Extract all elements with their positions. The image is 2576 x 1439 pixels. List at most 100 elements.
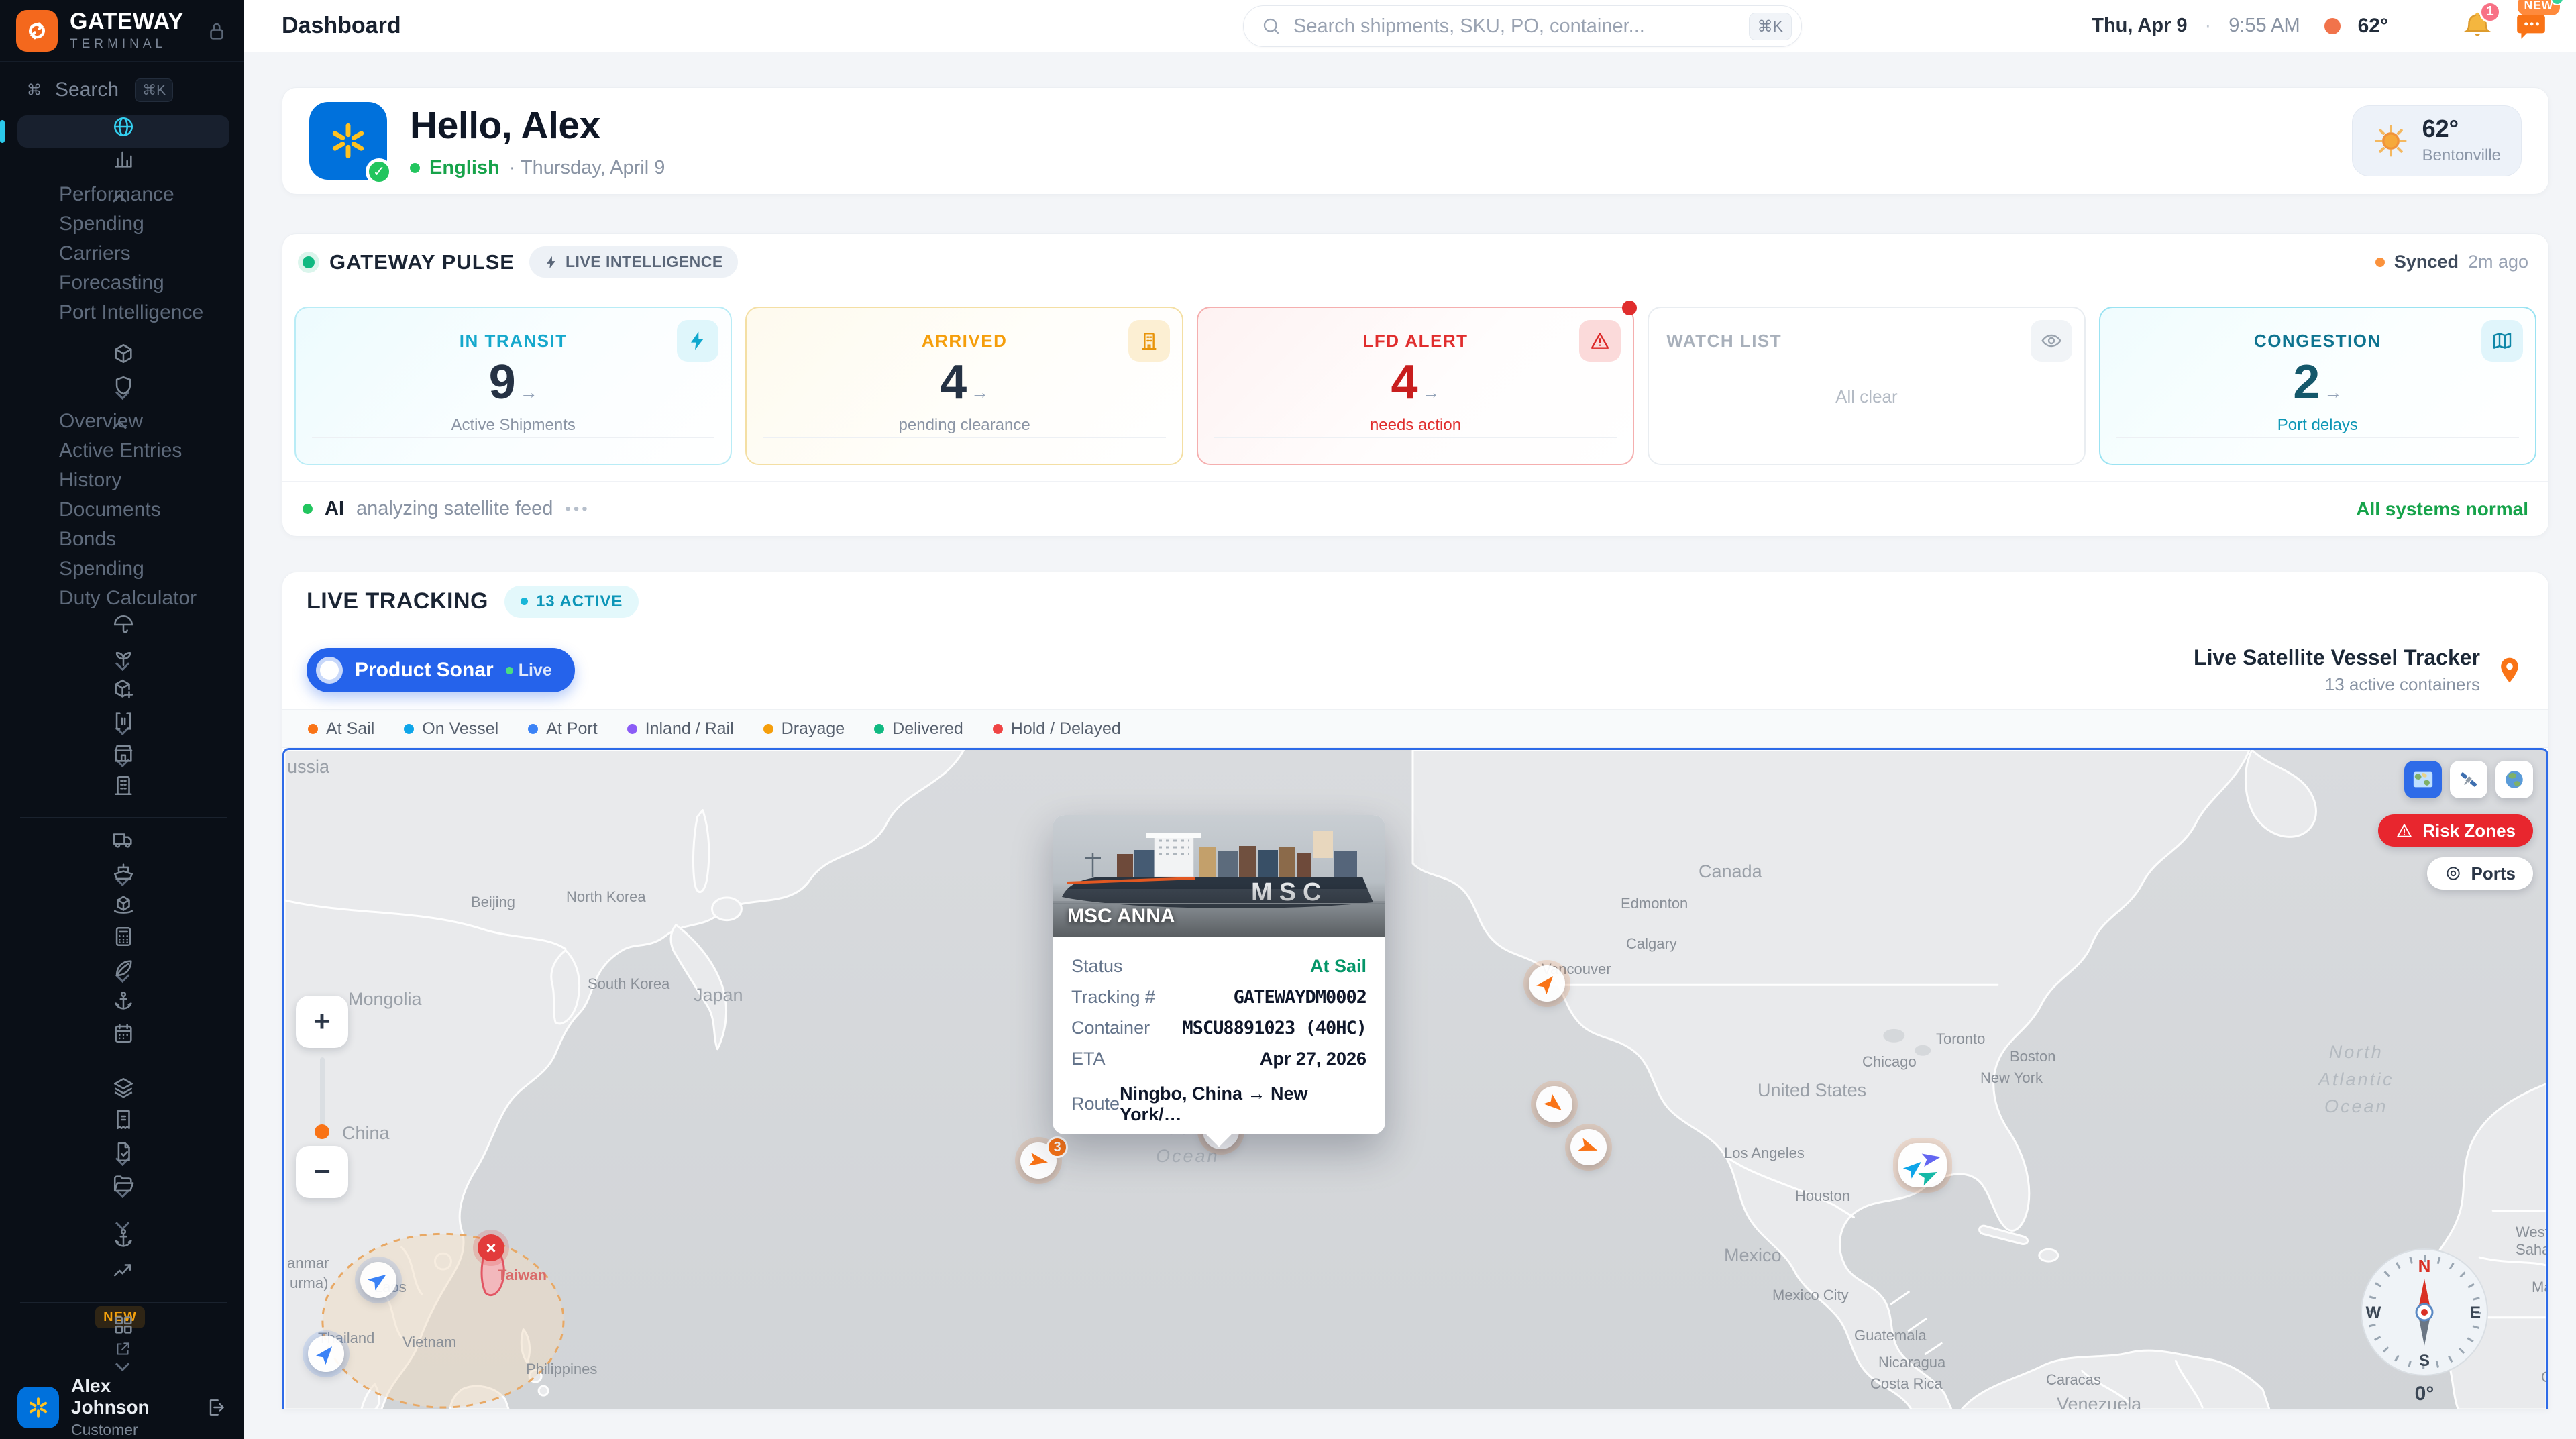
sidebar-item[interactable]: Forecasting — [17, 268, 229, 298]
sidebar-item[interactable]: Customs — [17, 374, 229, 407]
layer-satellite-button[interactable] — [2450, 761, 2487, 798]
product-sonar-toggle[interactable]: Product Sonar Live — [307, 648, 575, 692]
zoom-in-button[interactable]: + — [296, 996, 348, 1048]
vessel-map[interactable]: ussiaMongoliaChinaBeijingNorth KoreaSout… — [282, 748, 2548, 1409]
legend-dot-icon — [308, 724, 318, 734]
sidebar-item[interactable]: Overview — [17, 407, 229, 436]
sidebar-item[interactable]: Carriers — [17, 239, 229, 268]
sidebar-item[interactable]: App Marketplace — [17, 1314, 229, 1346]
sidebar-item[interactable]: Inbound Orders — [17, 678, 229, 710]
legend-label: At Port — [546, 719, 597, 739]
arrow-icon: → — [520, 382, 538, 403]
sidebar-item[interactable]: Tariff Simulator — [17, 925, 229, 957]
svg-text:S: S — [2419, 1352, 2430, 1370]
sidebar-item[interactable]: Spending — [17, 554, 229, 584]
sidebar-item[interactable]: Vessel Schedules — [17, 1022, 229, 1054]
ai-status-bar: AI analyzing satellite feed ••• All syst… — [282, 481, 2548, 536]
sidebar-item[interactable]: Track & Trace — [17, 861, 229, 893]
layer-world-map-button[interactable] — [2404, 761, 2442, 798]
kpi-watch-list[interactable]: WATCH LIST All clear — [1648, 307, 2085, 465]
sidebar-item-icon — [112, 990, 135, 1012]
avatar — [17, 1387, 59, 1428]
vessel-popup[interactable]: MSC MSC ANNA Status — [1053, 815, 1385, 1134]
sidebar-item[interactable]: Ports — [17, 990, 229, 1022]
search-input[interactable] — [1281, 15, 1749, 38]
sidebar-item[interactable]: Anchor Miles — [17, 1227, 229, 1259]
nav-section-tools: Standard Shipping Track & Trace 3D Load … — [17, 829, 229, 1054]
map-layer-switch — [2404, 761, 2533, 798]
sidebar-item[interactable]: Performance — [17, 180, 229, 209]
command-icon — [24, 80, 44, 100]
ports-button[interactable]: Ports — [2427, 857, 2533, 890]
eye-icon — [2031, 320, 2072, 362]
active-count-badge: 13 ACTIVE — [504, 586, 639, 618]
header-date: Thu, Apr 9 — [2092, 15, 2187, 37]
live-dot-icon — [506, 667, 513, 674]
lock-icon[interactable] — [205, 19, 228, 42]
ai-loading-dots: ••• — [565, 500, 590, 519]
layer-globe-button[interactable] — [2496, 761, 2533, 798]
weather-dot-icon — [2324, 18, 2341, 34]
global-search[interactable]: ⌘K — [1243, 5, 1802, 47]
sidebar-item[interactable]: Trade Data NEW — [17, 1259, 229, 1291]
legend-dot-icon — [627, 724, 637, 734]
sidebar-item-icon — [112, 613, 135, 636]
sidebar-item[interactable]: Spending — [17, 209, 229, 239]
greeting-title: Hello, Alex — [410, 103, 665, 148]
kpi-lfd-alert[interactable]: LFD ALERT 4→ needs action — [1197, 307, 1634, 465]
zoom-out-button[interactable]: − — [296, 1146, 348, 1198]
kpi-arrived[interactable]: ARRIVED 4→ pending clearance — [745, 307, 1183, 465]
sidebar-item[interactable]: Emissions Calculator — [17, 957, 229, 990]
sidebar-item[interactable]: 3D Load Planner — [17, 893, 229, 925]
sidebar-item[interactable]: Duty Calculator — [17, 584, 229, 613]
sidebar-item-icon — [112, 148, 135, 170]
sidebar-item-label: Carriers — [59, 242, 223, 265]
zoom-control: + − — [295, 996, 349, 1198]
sidebar-item[interactable]: CO2 Insetting — [17, 645, 229, 678]
sidebar-item[interactable]: Documents — [17, 1076, 229, 1108]
sidebar-item[interactable]: Inventory — [17, 710, 229, 742]
sidebar-item[interactable]: Port Intelligence — [17, 298, 229, 327]
sidebar-item[interactable]: Vendors — [17, 774, 229, 806]
language-label[interactable]: English — [429, 157, 500, 179]
sidebar-item-label: Active Entries — [59, 439, 223, 462]
sidebar-item[interactable]: Bonds — [17, 525, 229, 554]
kpi-congestion[interactable]: CONGESTION 2→ Port delays — [2099, 307, 2536, 465]
tracking-title: LIVE TRACKING — [307, 588, 488, 615]
logout-icon[interactable] — [205, 1397, 227, 1418]
notifications-button[interactable]: 1 — [2459, 8, 2496, 44]
legend-item: At Sail — [308, 719, 374, 739]
zoom-slider-track[interactable] — [320, 1057, 325, 1127]
sidebar-item[interactable]: Intelligence — [17, 148, 229, 180]
sidebar-item[interactable]: Overview — [17, 115, 229, 148]
risk-zones-button[interactable]: Risk Zones — [2378, 814, 2533, 847]
top-bar: Dashboard ⌘K Thu, Apr 9 · 9:55 AM 62° 1 — [244, 0, 2576, 52]
sidebar-item[interactable]: Documents — [17, 495, 229, 525]
app-root: GATEWAY TERMINAL Search ⌘K Overview — [0, 0, 2576, 1439]
apps-button[interactable] — [2406, 8, 2442, 44]
search-icon — [1261, 16, 1281, 36]
sidebar-item[interactable]: History — [17, 466, 229, 495]
user-profile[interactable]: Alex Johnson Customer — [0, 1375, 244, 1439]
systems-status: All systems normal — [2356, 498, 2528, 520]
sidebar-item[interactable]: Active Entries — [17, 436, 229, 466]
sidebar-item[interactable]: Resources — [17, 1173, 229, 1205]
sidebar-item[interactable]: Invoices — [17, 1108, 229, 1140]
kpi-in-transit[interactable]: IN TRANSIT 9→ Active Shipments — [294, 307, 732, 465]
compass[interactable]: N S W E 0° — [2359, 1246, 2490, 1405]
ai-label: AI — [325, 498, 344, 520]
sidebar-item[interactable]: Insurance — [17, 613, 229, 645]
kpi-value: 2 — [2293, 356, 2320, 409]
sidebar-item-icon — [112, 1227, 135, 1250]
sidebar-search[interactable]: Search ⌘K — [17, 71, 229, 109]
sidebar-item[interactable]: E-Filing — [17, 1140, 229, 1173]
legend-label: Delivered — [892, 719, 963, 739]
bolt-icon — [677, 320, 718, 362]
chat-button[interactable]: NEW — [2513, 8, 2549, 44]
zoom-slider-handle[interactable] — [315, 1124, 329, 1139]
sidebar-item[interactable]: Suppliers — [17, 742, 229, 774]
sidebar-item[interactable]: Standard Shipping — [17, 829, 229, 861]
route-value: Ningbo, China → New York/… — [1120, 1083, 1366, 1125]
legend-dot-icon — [404, 724, 414, 734]
sidebar-item[interactable]: My Shipments — [17, 342, 229, 374]
